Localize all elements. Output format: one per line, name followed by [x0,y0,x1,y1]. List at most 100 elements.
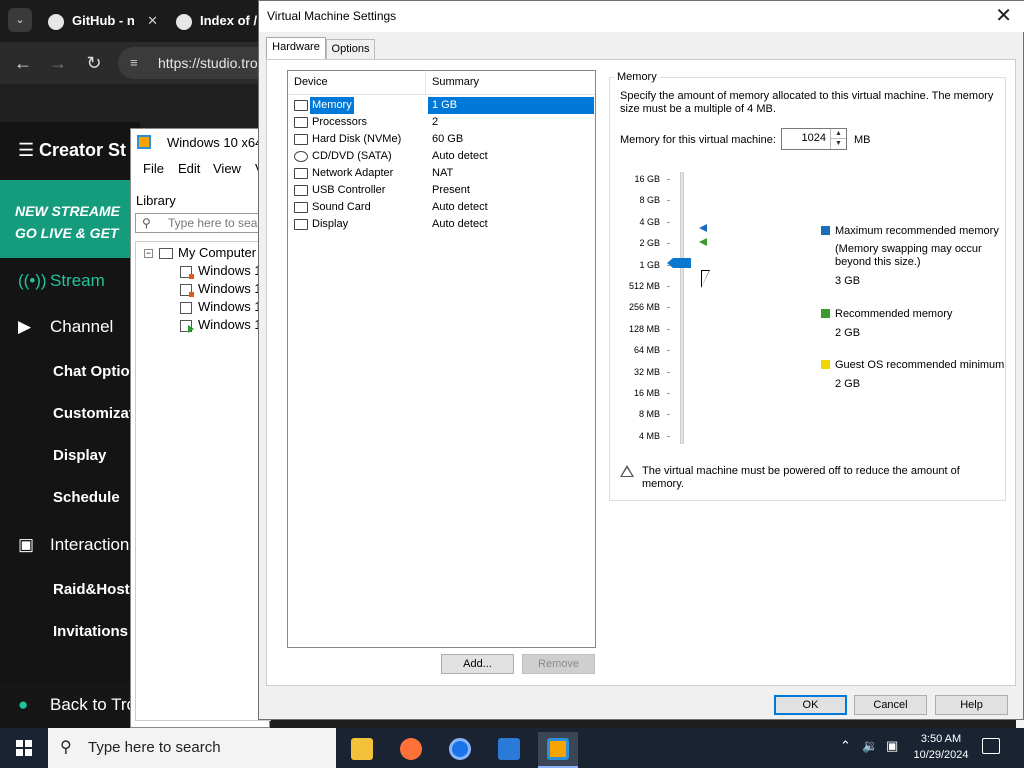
close-tab-icon[interactable]: ✕ [147,6,158,36]
device-row-memory[interactable]: Memory 1 GB [288,97,595,114]
sidebar-item-label: Invitations [53,623,129,640]
memory-scale-tick [667,328,670,330]
device-row-network-adapter[interactable]: Network Adapter NAT [288,165,595,182]
memory-scale-label: 4 GB [639,216,660,227]
sidebar-item-channel[interactable]: ▶ Channel [0,306,140,348]
collapse-icon[interactable]: − [144,249,153,259]
sidebar-item-chat-options[interactable]: Chat Option [0,351,140,393]
spin-down-icon[interactable]: ▼ [830,139,846,149]
taskbar-search-placeholder: Type here to search [88,739,221,756]
taskbar-file-explorer[interactable] [342,732,382,768]
legend-label: Recommended memory [835,308,953,320]
network-icon[interactable]: ▣ [886,738,898,754]
device-row-processors[interactable]: Processors 2 [288,114,595,131]
volume-icon[interactable]: 🔉 [862,738,878,754]
chromium-icon [449,738,471,760]
back-arrow-icon[interactable]: ← [12,52,34,74]
sidebar-item-label: Customizat [53,405,134,422]
memory-input-label: Memory for this virtual machine: [620,134,776,146]
tree-node-vm-running[interactable]: Windows 1( [180,316,266,334]
menu-file[interactable]: File [143,161,164,176]
taskbar-vmware[interactable] [538,732,578,768]
vmware-title-text: Windows 10 x64 - [167,135,271,150]
device-summary: 60 GB [432,133,464,145]
close-icon[interactable]: ✕ [995,5,1012,27]
column-divider[interactable] [425,71,426,95]
memory-value[interactable]: 1024 [802,132,826,144]
memory-slider-track[interactable] [680,172,684,444]
promo-line-2: GO LIVE & GET [15,225,119,241]
column-header-summary[interactable]: Summary [432,76,479,88]
vmware-logo-icon [137,135,151,149]
memory-scale-tick [667,414,670,416]
tab-hardware[interactable]: Hardware [266,37,326,60]
library-search-input[interactable]: ⚲ Type here to sear [135,213,267,233]
taskbar-chrome[interactable] [440,732,480,768]
back-to-trovo-link[interactable]: ● Back to Trov [0,684,140,726]
warning-icon-inner [622,468,632,476]
reload-icon[interactable]: ↻ [83,52,105,74]
memory-spinbox[interactable]: 1024 ▲ ▼ [781,128,847,150]
cancel-button[interactable]: Cancel [854,695,927,715]
site-settings-icon[interactable]: ≡ [130,47,138,79]
device-summary: Present [432,184,470,196]
tab-search-button[interactable]: ⌄ [8,8,32,32]
tree-node-vm[interactable]: Windows 1 [180,262,262,280]
ok-button[interactable]: OK [774,695,847,715]
tree-node-my-computer[interactable]: − My Computer [144,244,256,262]
start-button[interactable] [0,728,48,768]
recommended-marker [699,238,707,246]
taskbar-firefox[interactable] [391,732,431,768]
sidebar-item-label: Stream [50,271,105,290]
device-row-hard-disk[interactable]: Hard Disk (NVMe) 60 GB [288,131,595,148]
sidebar-item-raid-host[interactable]: Raid&Host [0,569,140,611]
browser-tab-index[interactable]: Index of / [176,6,260,36]
tree-node-vm[interactable]: Windows 1( [180,298,266,316]
memory-slider-thumb[interactable] [667,258,691,268]
sidebar-item-customization[interactable]: Customizat [0,393,140,435]
search-icon: ⚲ [60,739,72,756]
device-summary: Auto detect [432,218,488,230]
sidebar-item-label: Schedule [53,489,120,506]
taskbar-search-box[interactable]: ⚲ Type here to search [48,728,336,768]
menu-view[interactable]: View [213,161,241,176]
taskbar: ⚲ Type here to search ⌃ 🔉 ▣ 3:50 AM 10/2… [0,728,1024,768]
dialog-title-bar: Virtual Machine Settings ✕ [259,1,1024,32]
taskbar-clock[interactable]: 3:50 AM 10/29/2024 [906,731,976,763]
device-row-usb-controller[interactable]: USB Controller Present [288,182,595,199]
spin-up-icon[interactable]: ▲ [830,129,846,139]
tree-node-vm[interactable]: Windows 1 [180,280,262,298]
memory-scale-tick [667,179,670,180]
promo-banner[interactable]: NEW STREAME GO LIVE & GET [0,180,140,258]
browser-tab-github[interactable]: GitHub - n ✕ [48,6,158,36]
trovo-logo-icon: ● [18,695,29,714]
notification-center-icon[interactable] [982,738,1000,754]
column-header-device[interactable]: Device [294,76,328,88]
sidebar-item-invitations[interactable]: Invitations [0,611,140,653]
help-button[interactable]: Help [935,695,1008,715]
sidebar-item-schedule[interactable]: Schedule [0,477,140,519]
sidebar-item-interaction[interactable]: ▣ Interaction [0,524,140,566]
device-row-cd-dvd[interactable]: CD/DVD (SATA) Auto detect [288,148,595,165]
memory-scale-tick [667,350,670,352]
memory-scale-label: 1 GB [639,259,660,270]
device-row-display[interactable]: Display Auto detect [288,216,595,233]
show-hidden-icons-icon[interactable]: ⌃ [840,738,851,754]
vm-icon [180,301,192,314]
tab-label: Hardware [272,41,320,53]
mouse-cursor-fill [702,271,709,286]
device-row-sound-card[interactable]: Sound Card Auto detect [288,199,595,216]
sidebar-item-display[interactable]: Display [0,435,140,477]
device-list-header: Device Summary [288,71,595,95]
vmware-menu-bar: File Edit View V [131,159,271,181]
menu-icon[interactable]: ☰ [18,140,36,161]
clock-time: 3:50 AM [920,733,962,745]
tab-options[interactable]: Options [326,39,375,59]
remove-device-button[interactable]: Remove [522,654,595,674]
taskbar-store[interactable] [489,732,529,768]
sidebar-item-stream[interactable]: ((•)) Stream [0,260,140,302]
menu-edit[interactable]: Edit [178,161,200,176]
hard-disk-icon [294,134,308,145]
add-device-button[interactable]: Add... [441,654,514,674]
forward-arrow-icon[interactable]: → [47,52,69,74]
